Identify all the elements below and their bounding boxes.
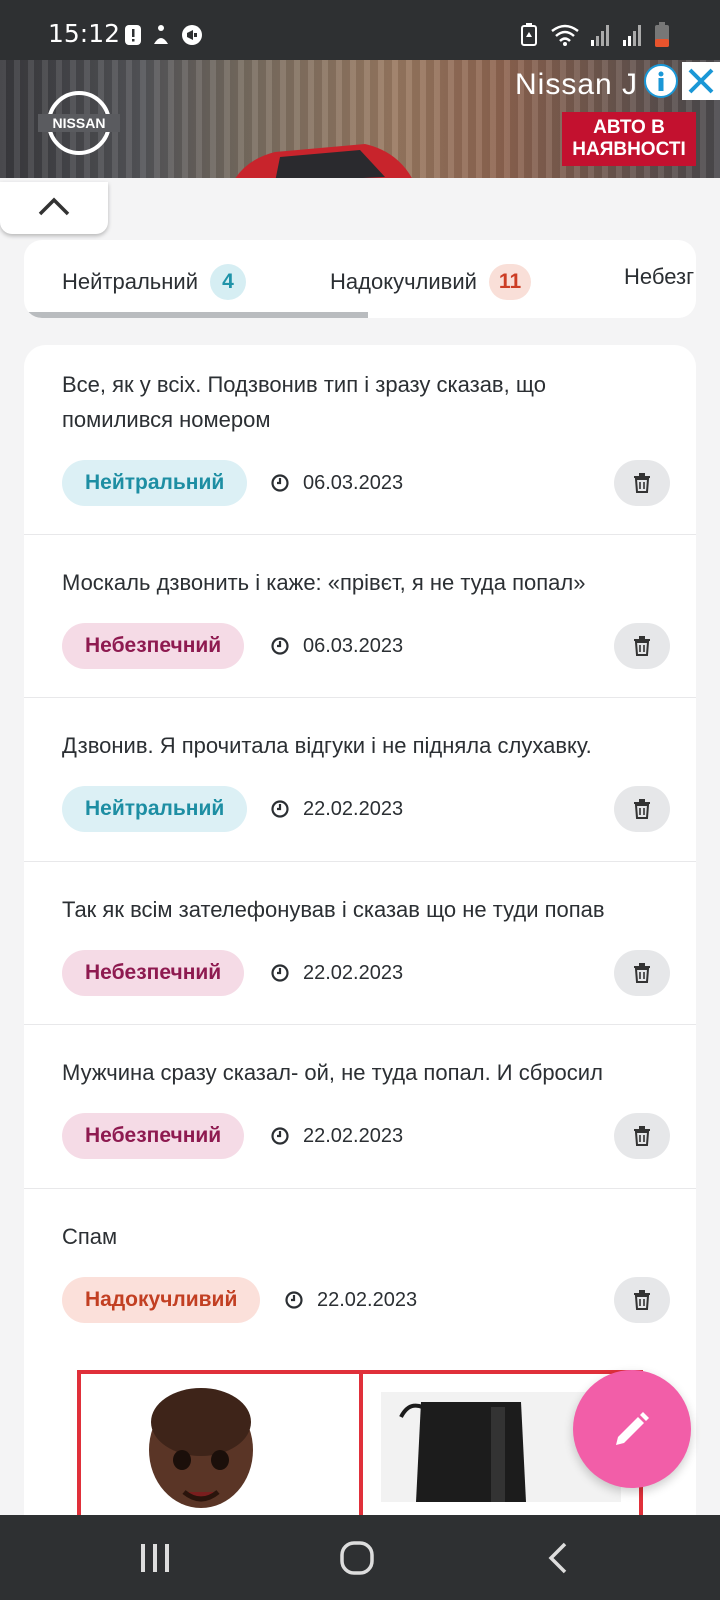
doll-image: [149, 1388, 253, 1508]
ad-cta-line2: НАЯВНОСТІ: [572, 139, 686, 160]
review-date: 22.02.2023: [284, 1277, 417, 1323]
tab-neutral[interactable]: Нейтральний 4: [62, 264, 246, 300]
category-badge: Небезпечний: [62, 1113, 245, 1159]
date-text: 06.03.2023: [303, 634, 404, 657]
review-item: Мужчина сразу сказал- ой, не туда попал.…: [24, 1025, 696, 1189]
delete-button[interactable]: [614, 1277, 670, 1323]
category-badge: Небезпечний: [62, 950, 245, 996]
signal-icon: [591, 25, 609, 46]
tab-count: 4: [210, 264, 246, 300]
category-badge: Нейтральний: [62, 786, 248, 832]
ad-banner[interactable]: NISSAN Nissan J АВТО В НАЯВНОСТІ: [0, 60, 720, 178]
review-date: 22.02.2023: [270, 950, 403, 996]
battery-icon: [655, 22, 669, 47]
delete-button[interactable]: [614, 460, 670, 506]
back-button[interactable]: [498, 1515, 618, 1600]
delete-button[interactable]: [614, 623, 670, 669]
review-text: Так як всім зателефонував і сказав що не…: [62, 897, 605, 922]
clock-icon: [271, 637, 289, 655]
tab-dangerous[interactable]: Небезг: [624, 264, 694, 290]
review-item: Дзвонив. Я прочитала відгуки і не піднял…: [24, 698, 696, 862]
tab-label: Небезг: [624, 264, 695, 289]
date-text: 22.02.2023: [317, 1288, 418, 1311]
trash-icon: [634, 799, 650, 819]
ad-cta-line1: АВТО В: [593, 117, 665, 138]
trash-icon: [634, 473, 650, 493]
battery-saver-icon: [521, 23, 537, 46]
review-date: 22.02.2023: [270, 1113, 403, 1159]
ad-cta[interactable]: АВТО В НАЯВНОСТІ: [562, 112, 696, 166]
review-text: Спам: [62, 1224, 118, 1249]
review-date: 22.02.2023: [270, 786, 403, 832]
clock-icon: [271, 474, 289, 492]
category-badge: Небезпечний: [62, 623, 245, 669]
trash-icon: [634, 636, 650, 656]
clock-icon: [271, 800, 289, 818]
review-item: Все, як у всіх. Подзвонив тип і зразу ск…: [24, 345, 696, 535]
tab-scroll-indicator: [24, 312, 368, 318]
category-badge: Нейтральний: [62, 460, 248, 506]
pencil-icon: [616, 1412, 649, 1445]
date-text: 22.02.2023: [303, 1124, 404, 1147]
recent-apps-button[interactable]: [95, 1515, 215, 1600]
back-icon: [548, 1542, 567, 1573]
date-text: 22.02.2023: [303, 961, 404, 984]
trash-icon: [634, 1290, 650, 1310]
review-date: 06.03.2023: [270, 460, 403, 506]
review-item: Москаль дзвонить і каже: «прівєт, я не т…: [24, 535, 696, 698]
trash-icon: [634, 1126, 650, 1146]
collapse-button[interactable]: [0, 182, 108, 234]
date-text: 06.03.2023: [303, 471, 404, 494]
status-bar: 15:12: [0, 0, 720, 60]
delete-button[interactable]: [614, 950, 670, 996]
review-item: Так як всім зателефонував і сказав що не…: [24, 862, 696, 1025]
accessibility-icon: [154, 25, 168, 44]
category-badge: Надокучливий: [62, 1277, 261, 1323]
clock-icon: [285, 1291, 303, 1309]
ad-info-icon[interactable]: [644, 64, 678, 98]
signal-2-icon: [623, 25, 641, 46]
delete-button[interactable]: [614, 1113, 670, 1159]
review-text: Москаль дзвонить і каже: «прівєт, я не т…: [62, 570, 586, 595]
ad-close-icon[interactable]: [682, 62, 720, 100]
clock-icon: [271, 964, 289, 982]
trash-icon: [634, 963, 650, 983]
wifi-icon: [551, 24, 579, 46]
category-tabs: Нейтральний 4 Надокучливий 11 Небезг: [24, 240, 696, 318]
date-text: 22.02.2023: [303, 797, 404, 820]
tab-label: Надокучливий: [330, 269, 477, 294]
write-review-button[interactable]: [573, 1370, 691, 1488]
navigation-bar: [0, 1515, 720, 1600]
car-image: [235, 144, 412, 178]
tab-annoying[interactable]: Надокучливий 11: [330, 264, 532, 300]
alert-icon: [125, 25, 141, 45]
review-text: Дзвонив. Я прочитала відгуки і не піднял…: [62, 733, 592, 758]
svg-text:NISSAN: NISSAN: [53, 115, 106, 131]
review-item: Спам Надокучливий 22.02.2023: [24, 1189, 696, 1369]
tab-count: 11: [488, 264, 532, 300]
recent-apps-icon: [141, 1543, 169, 1572]
chevron-up-icon: [38, 197, 70, 216]
home-button[interactable]: [297, 1515, 417, 1600]
review-text: Мужчина сразу сказал- ой, не туда попал.…: [62, 1060, 603, 1085]
status-time: 15:12: [48, 19, 121, 48]
nissan-logo: NISSAN: [38, 91, 120, 155]
home-icon: [340, 1540, 374, 1575]
megaphone-icon: [182, 25, 202, 45]
tab-label: Нейтральний: [62, 269, 198, 294]
review-text: Все, як у всіх. Подзвонив тип і зразу ск…: [62, 372, 546, 432]
ad-headline: Nissan J: [515, 68, 639, 101]
delete-button[interactable]: [614, 786, 670, 832]
review-date: 06.03.2023: [270, 623, 403, 669]
clock-icon: [271, 1127, 289, 1145]
